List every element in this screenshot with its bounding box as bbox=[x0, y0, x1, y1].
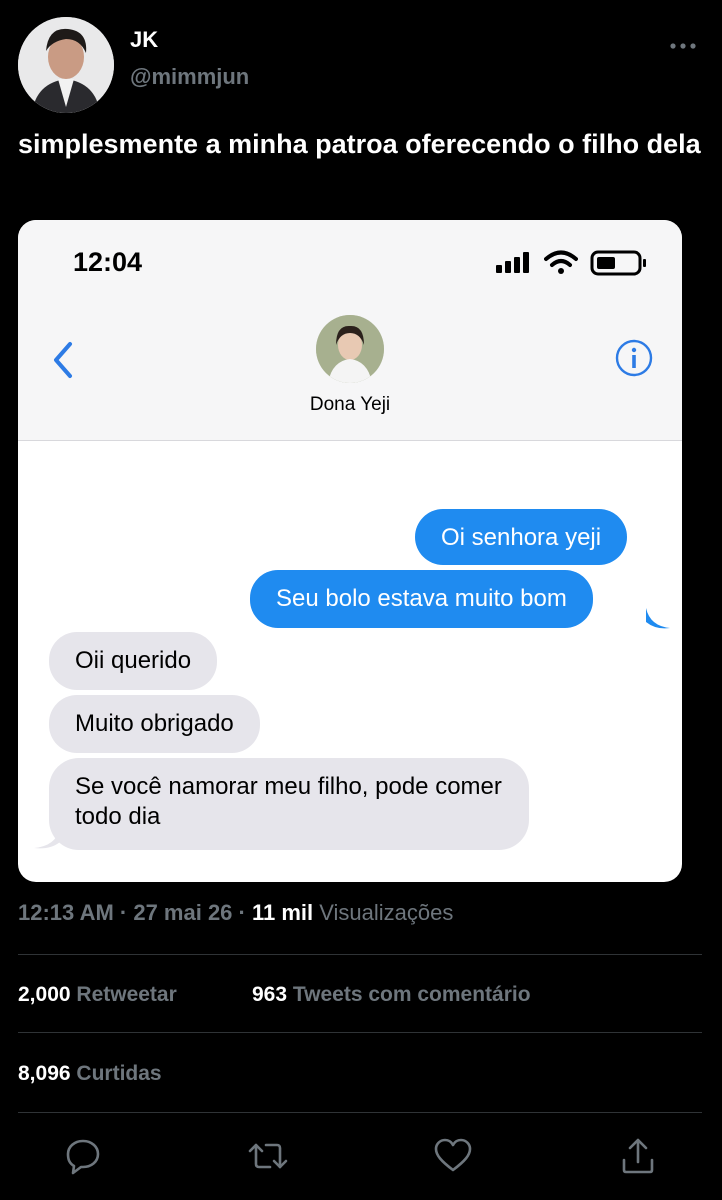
tweet-date[interactable]: 27 mai 26 bbox=[133, 900, 232, 925]
message-received: Muito obrigado bbox=[49, 695, 260, 753]
retweets-stat[interactable]: 2,000 Retweetar bbox=[18, 983, 177, 1007]
divider bbox=[18, 1112, 702, 1113]
contact-avatar[interactable] bbox=[316, 315, 384, 383]
contact-name: Dona Yeji bbox=[309, 394, 391, 415]
tweet-meta: 12:13 AM · 27 mai 26 · 11 mil Visualizaç… bbox=[18, 900, 453, 926]
like-icon[interactable] bbox=[433, 1136, 473, 1176]
bubble-tail bbox=[34, 828, 60, 849]
signal-icon bbox=[496, 252, 529, 273]
author-name[interactable]: JK bbox=[130, 27, 158, 53]
author-avatar[interactable] bbox=[18, 17, 114, 113]
likes-stat[interactable]: 8,096 Curtidas bbox=[18, 1062, 162, 1086]
quotes-label: Tweets com comentário bbox=[292, 983, 531, 1006]
retweets-count: 2,000 bbox=[18, 983, 71, 1006]
views-count: 11 mil bbox=[251, 900, 314, 925]
retweet-icon[interactable] bbox=[248, 1136, 288, 1176]
retweets-label: Retweetar bbox=[76, 983, 177, 1006]
likes-count: 8,096 bbox=[18, 1062, 71, 1085]
reply-icon[interactable] bbox=[63, 1136, 103, 1176]
more-icon[interactable] bbox=[668, 36, 698, 56]
message-sent: Seu bolo estava muito bom bbox=[250, 570, 593, 628]
divider bbox=[18, 1032, 702, 1033]
status-time: 12:04 bbox=[73, 247, 143, 277]
share-icon[interactable] bbox=[618, 1136, 658, 1176]
message-received: Se você namorar meu filho, pode comer to… bbox=[49, 758, 529, 850]
quotes-stat[interactable]: 963 Tweets com comentário bbox=[252, 983, 531, 1007]
attached-image[interactable]: 12:04 Dona Yeji Oi senhora yeji Seu bolo… bbox=[18, 220, 682, 882]
separator: · bbox=[232, 900, 252, 925]
tweet-time[interactable]: 12:13 AM bbox=[18, 900, 114, 925]
tweet-text: simplesmente a minha patroa oferecendo o… bbox=[18, 129, 701, 159]
quotes-count: 963 bbox=[252, 983, 288, 1006]
battery-icon bbox=[590, 250, 646, 276]
wifi-icon bbox=[544, 250, 578, 274]
divider bbox=[18, 954, 702, 955]
bubble-tail bbox=[646, 608, 670, 629]
separator: · bbox=[113, 900, 134, 925]
info-icon[interactable] bbox=[614, 338, 654, 378]
views-label: Visualizações bbox=[319, 900, 454, 925]
likes-label: Curtidas bbox=[76, 1062, 162, 1085]
message-sent: Oi senhora yeji bbox=[415, 509, 628, 565]
message-received: Oii querido bbox=[49, 632, 218, 690]
author-handle[interactable]: @mimmjun bbox=[130, 64, 249, 90]
back-chevron-icon[interactable] bbox=[48, 340, 78, 380]
